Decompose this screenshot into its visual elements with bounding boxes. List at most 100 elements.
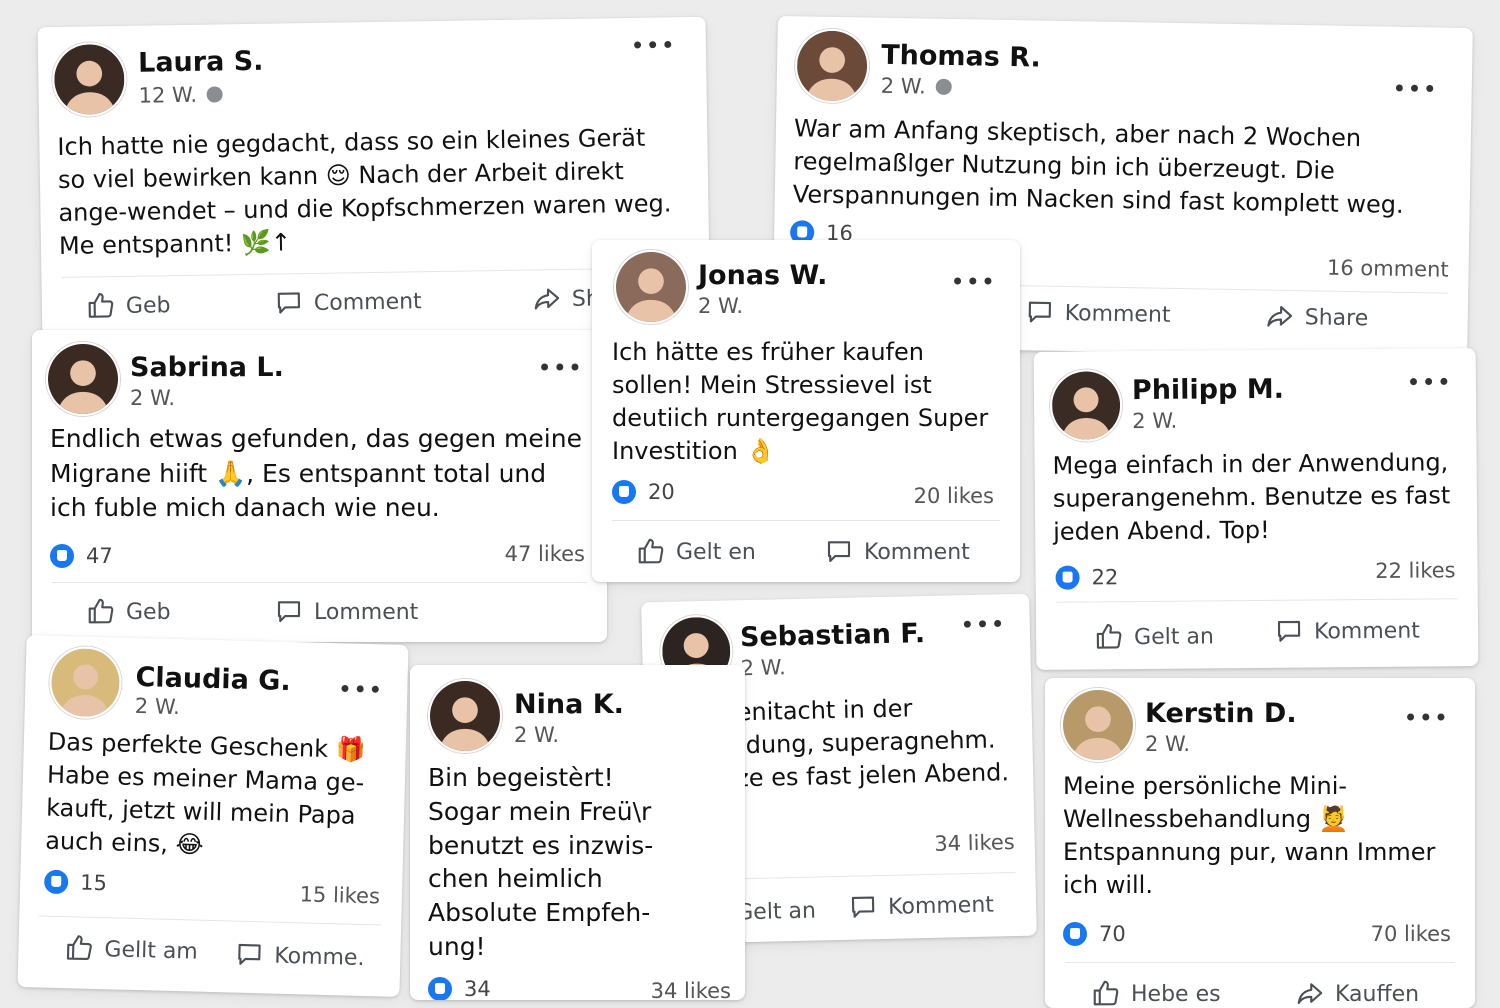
avatar[interactable]: [794, 28, 870, 104]
avatar[interactable]: [1049, 369, 1123, 442]
like-reaction-icon: [1055, 565, 1080, 590]
share-icon: [532, 283, 562, 313]
share-button[interactable]: Kauffen: [1295, 978, 1419, 1008]
comment-button[interactable]: Comment: [274, 285, 422, 317]
comment-icon: [824, 536, 854, 566]
post-time: 2 W.: [1145, 732, 1191, 756]
comment-button[interactable]: Komment: [824, 536, 970, 566]
reaction-count: 47: [50, 544, 113, 568]
author-name[interactable]: Jonas W.: [698, 260, 827, 291]
author-name[interactable]: Laura S.: [138, 46, 264, 79]
comment-icon: [1025, 296, 1056, 327]
likes-count: 20 likes: [913, 484, 994, 508]
reaction-count: 34: [428, 977, 491, 1000]
reaction-count: 22: [1055, 565, 1118, 590]
post-time: 12 W.: [138, 82, 224, 108]
thumbs-up-icon: [64, 932, 95, 963]
more-options-icon[interactable]: •••: [960, 610, 1006, 639]
reaction-count: 70: [1063, 922, 1126, 946]
post-time: 2 W.: [1132, 408, 1178, 434]
author-name[interactable]: Sebastian F.: [740, 618, 926, 653]
likes-count: 22 likes: [1375, 558, 1456, 583]
more-options-icon[interactable]: •••: [1406, 368, 1452, 396]
like-button[interactable]: Hebe es: [1091, 978, 1221, 1008]
comment-button[interactable]: Lomment: [274, 596, 418, 626]
post-time: 2 W.: [881, 74, 952, 99]
avatar[interactable]: [428, 679, 502, 753]
post-time: 2 W.: [740, 655, 787, 681]
like-reaction-icon: [1063, 922, 1087, 946]
comment-button[interactable]: Komment: [1274, 615, 1420, 646]
avatar[interactable]: [48, 645, 123, 720]
post-card-philipp: Philipp M. 2 W. ••• Mega einfach in der …: [1033, 348, 1479, 670]
like-reaction-icon: [612, 480, 636, 504]
post-text: Ich hatte nie gegdacht, dass so ein klei…: [57, 123, 672, 261]
more-options-icon[interactable]: •••: [951, 270, 996, 294]
author-name[interactable]: Kerstin D.: [1145, 698, 1297, 729]
comment-icon: [274, 287, 304, 317]
comment-button[interactable]: Komment: [848, 889, 994, 922]
thumbs-up-icon: [1091, 978, 1121, 1008]
avatar[interactable]: [51, 41, 127, 118]
share-icon: [1295, 978, 1325, 1008]
post-text: Das perfekte Geschenk 🎁 Habe es meiner M…: [44, 727, 366, 860]
comment-icon: [1274, 616, 1304, 646]
post-time: 2 W.: [698, 294, 744, 318]
author-name[interactable]: Thomas R.: [881, 40, 1041, 74]
thumbs-up-icon: [1094, 621, 1124, 651]
comment-icon: [234, 939, 265, 970]
like-button[interactable]: Geb: [86, 289, 171, 320]
divider: [39, 915, 382, 926]
post-text: Meine persönliche Mini-Wellnessbehandlun…: [1063, 772, 1436, 900]
like-button[interactable]: Gelt en: [636, 536, 756, 566]
more-options-icon[interactable]: •••: [338, 675, 384, 704]
like-reaction-icon: [50, 544, 74, 568]
author-name[interactable]: Sabrina L.: [130, 352, 284, 383]
likes-count: 34 likes: [934, 830, 1015, 856]
share-icon: [1265, 301, 1296, 332]
share-button[interactable]: Share: [1265, 301, 1369, 333]
thumbs-up-icon: [86, 596, 116, 626]
likes-count: 15 likes: [299, 882, 381, 909]
like-reaction-icon: [43, 869, 69, 895]
post-text: Mega einfach in der Anwendung, superange…: [1052, 448, 1451, 546]
comment-icon: [274, 596, 304, 626]
post-card-kerstin: Kerstin D. 2 W. ••• Meine persönliche Mi…: [1045, 678, 1475, 1008]
post-text: Ich hätte es früher kaufen sollen! Mein …: [612, 338, 989, 466]
comment-button[interactable]: Komme.: [234, 939, 365, 972]
likes-count: 70 likes: [1370, 922, 1451, 946]
thumbs-up-icon: [86, 290, 116, 320]
avatar[interactable]: [46, 342, 120, 416]
post-text: Endlich etwas gefunden, das gegen meine …: [50, 424, 582, 522]
avatar[interactable]: [614, 250, 688, 324]
more-options-icon[interactable]: •••: [538, 356, 583, 380]
post-card-jonas: Jonas W. 2 W. ••• Ich hätte es früher ka…: [592, 240, 1020, 582]
divider: [52, 582, 587, 583]
comment-button[interactable]: Komment: [1025, 296, 1171, 329]
post-time: 2 W.: [134, 693, 181, 720]
more-options-icon[interactable]: •••: [1404, 706, 1449, 730]
globe-icon: [935, 78, 952, 96]
share-button[interactable]: Sh: [532, 282, 600, 313]
reaction-count: 20: [612, 480, 675, 504]
like-button[interactable]: Gellt am: [64, 932, 198, 965]
divider: [1055, 598, 1458, 603]
like-button[interactable]: Gelt an: [1094, 620, 1214, 651]
author-name[interactable]: Nina K.: [514, 689, 624, 720]
comment-count: 16 omment: [1326, 255, 1449, 282]
avatar[interactable]: [1061, 688, 1135, 762]
likes-count: 34 likes: [650, 979, 731, 1000]
comment-icon: [848, 891, 879, 922]
more-options-icon[interactable]: •••: [630, 31, 676, 60]
divider: [612, 520, 1000, 521]
thumbs-up-icon: [636, 536, 666, 566]
divider: [1065, 962, 1455, 963]
post-text: Bin begeistèrt! Sogar mein Freü\r benutz…: [428, 763, 654, 961]
likes-count: 47 likes: [504, 542, 585, 566]
post-card-nina: Nina K. 2 W. Bin begeistèrt! Sogar mein …: [410, 665, 745, 1000]
author-name[interactable]: Claudia G.: [135, 662, 291, 697]
post-card-claudia: Claudia G. 2 W. ••• Das perfekte Geschen…: [17, 635, 409, 997]
more-options-icon[interactable]: •••: [1392, 75, 1438, 104]
like-button[interactable]: Geb: [86, 596, 171, 626]
author-name[interactable]: Philipp M.: [1132, 374, 1284, 406]
